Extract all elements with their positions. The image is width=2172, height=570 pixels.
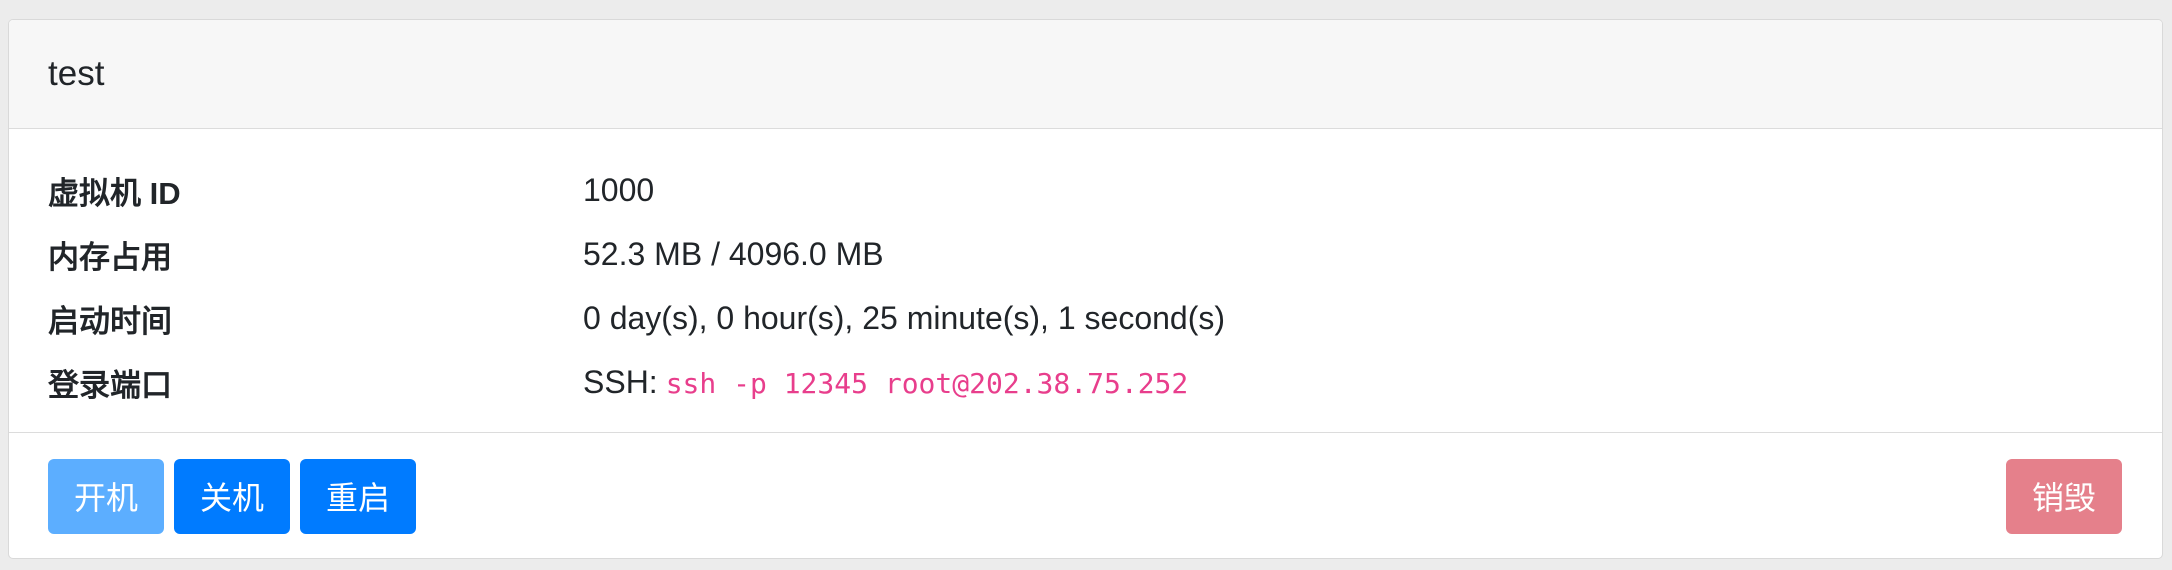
vm-card: test 虚拟机 ID 1000 内存占用 52.3 MB / 4096.0 M… [8, 19, 2163, 559]
reboot-button[interactable]: 重启 [300, 458, 417, 534]
login-port-label: 登录端口 [48, 367, 172, 403]
card-header: test [9, 20, 2162, 129]
vm-id-value: 1000 [583, 171, 655, 208]
detail-row-vm-id: 虚拟机 ID 1000 [48, 158, 2162, 222]
vm-id-label: 虚拟机 ID [48, 175, 181, 211]
start-button[interactable]: 开机 [48, 458, 165, 534]
card-footer: 开机 关机 重启 销毁 [9, 433, 2162, 558]
shutdown-button[interactable]: 关机 [174, 458, 291, 534]
uptime-label: 启动时间 [48, 303, 172, 339]
vm-name-title: test [48, 54, 105, 93]
detail-row-memory: 内存占用 52.3 MB / 4096.0 MB [48, 222, 2162, 286]
detail-row-uptime: 启动时间 0 day(s), 0 hour(s), 25 minute(s), … [48, 286, 2162, 350]
detail-row-login-port: 登录端口 SSH: ssh -p 12345 root@202.38.75.252 [48, 350, 2162, 414]
destroy-button[interactable]: 销毁 [2005, 458, 2122, 534]
uptime-value: 0 day(s), 0 hour(s), 25 minute(s), 1 sec… [583, 299, 1226, 336]
memory-value: 52.3 MB / 4096.0 MB [583, 235, 884, 272]
ssh-prefix: SSH: [583, 363, 658, 400]
ssh-command: ssh -p 12345 root@202.38.75.252 [665, 366, 1189, 400]
vm-details: 虚拟机 ID 1000 内存占用 52.3 MB / 4096.0 MB 启动时… [9, 129, 2162, 433]
login-port-value: SSH: ssh -p 12345 root@202.38.75.252 [583, 364, 1188, 401]
memory-label: 内存占用 [48, 239, 172, 275]
